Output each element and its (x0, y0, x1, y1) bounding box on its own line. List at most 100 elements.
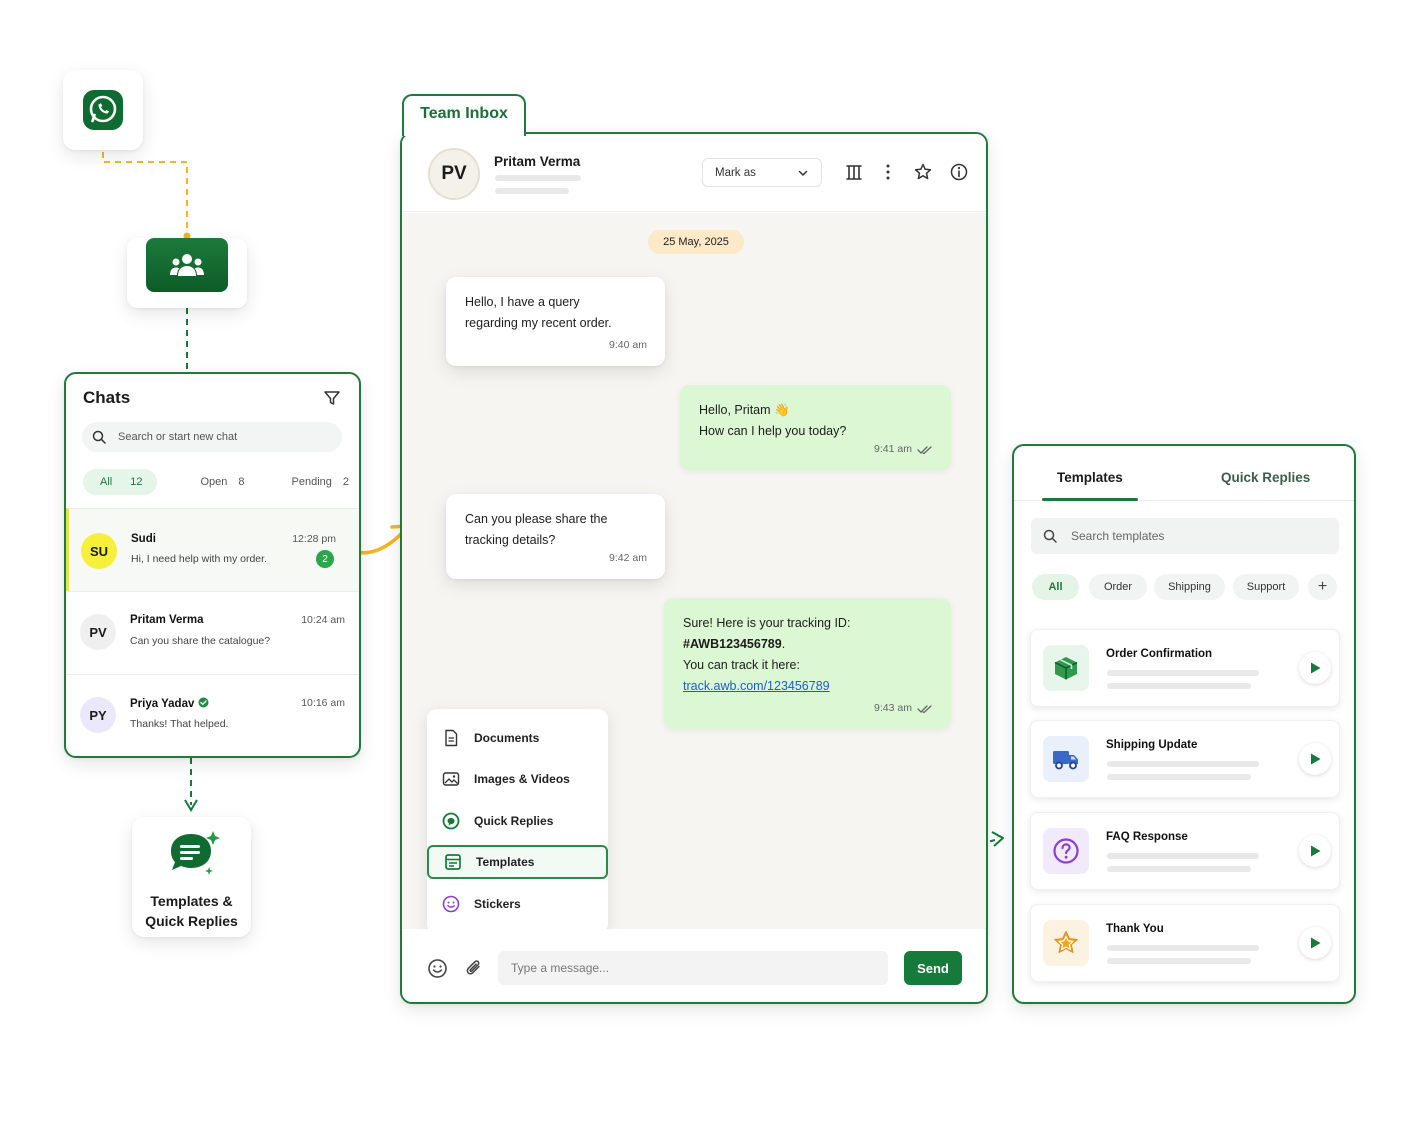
message-text: regarding my recent order. (465, 316, 612, 330)
question-icon (1053, 838, 1079, 864)
menu-item-label: Documents (474, 731, 540, 745)
chat-preview: Hi, I need help with my order. (131, 553, 267, 565)
incoming-message: Hello, I have a query regarding my recen… (446, 277, 665, 366)
templates-search-input[interactable] (1071, 529, 1311, 543)
chip-support[interactable]: Support (1233, 574, 1299, 600)
chats-search-input[interactable] (118, 431, 318, 443)
play-button[interactable] (1299, 652, 1331, 684)
unread-badge: 2 (316, 550, 334, 568)
more-vertical-icon[interactable] (878, 162, 898, 182)
paperclip-icon[interactable] (464, 958, 485, 979)
template-icon-box (1043, 828, 1089, 874)
templates-quick-replies-tile: Templates & Quick Replies (132, 817, 251, 937)
tab-all[interactable]: All 12 (83, 469, 158, 495)
message-text: Hello, Pritam 👋 (699, 403, 790, 417)
message-time: 9:41 am (874, 443, 912, 455)
team-inbox-tab[interactable]: Team Inbox (402, 94, 526, 136)
menu-item-label: Templates (476, 855, 535, 869)
chat-preview: Thanks! That helped. (130, 718, 229, 730)
date-separator: 25 May, 2025 (648, 230, 744, 254)
template-card[interactable]: FAQ Response (1030, 812, 1340, 890)
tracking-link[interactable]: track.awb.com/123456789 (683, 679, 830, 693)
chat-name: Pritam Verma (130, 614, 204, 626)
chat-list-item[interactable]: SU Sudi Hi, I need help with my order. 1… (66, 508, 359, 592)
menu-item-stickers[interactable]: Stickers (427, 887, 608, 921)
double-check-icon (917, 704, 932, 713)
menu-item-label: Stickers (474, 897, 521, 911)
message-meta: 9:43 am (874, 698, 933, 719)
avatar: PV (80, 614, 116, 650)
columns-icon[interactable] (844, 162, 864, 182)
play-icon (1311, 753, 1321, 765)
tab-templates[interactable]: Templates (1057, 470, 1123, 485)
templates-tabs: Templates Quick Replies (1014, 446, 1354, 501)
chats-search[interactable] (82, 422, 342, 452)
tab-pending[interactable]: Pending 2 (292, 476, 350, 488)
team-inbox-panel: PV Pritam Verma Mark as 25 May, 2025 Hel… (400, 132, 988, 1004)
incoming-message: Can you please share the tracking detail… (446, 494, 665, 579)
outgoing-message: Sure! Here is your tracking ID: #AWB1234… (664, 598, 951, 729)
chat-list-item[interactable]: PY Priya Yadav Thanks! That helped. 10:1… (66, 674, 359, 756)
play-button[interactable] (1299, 927, 1331, 959)
template-title: Order Confirmation (1106, 648, 1213, 660)
send-button[interactable]: Send (904, 951, 962, 985)
double-check-icon (917, 445, 932, 454)
mark-as-dropdown[interactable]: Mark as (702, 158, 822, 187)
message-composer: Send (402, 929, 986, 1002)
play-icon (1311, 937, 1321, 949)
templates-search[interactable] (1031, 518, 1339, 554)
chats-panel: Chats All 12 Open 8 Pending 2 SU Sudi Hi… (64, 372, 361, 758)
emoji-icon[interactable] (427, 958, 448, 979)
chat-preview: Can you share the catalogue? (130, 635, 271, 647)
tab-all-label: All (100, 476, 113, 488)
template-title: Shipping Update (1106, 739, 1198, 751)
message-time: 9:40 am (609, 339, 647, 351)
tab-quick-replies[interactable]: Quick Replies (1221, 470, 1310, 485)
filter-icon[interactable] (323, 389, 341, 407)
tab-open[interactable]: Open 8 (200, 476, 244, 488)
tab-open-label: Open (200, 476, 228, 488)
menu-item-documents[interactable]: Documents (427, 721, 608, 755)
add-chip-button[interactable]: + (1308, 574, 1337, 600)
star-icon[interactable] (913, 162, 933, 182)
play-button[interactable] (1299, 743, 1331, 775)
info-icon[interactable] (949, 162, 969, 182)
document-icon (445, 729, 458, 747)
template-icon-box (1043, 920, 1089, 966)
truck-icon (1053, 751, 1078, 770)
chat-filter-tabs: All 12 Open 8 Pending 2 (83, 469, 349, 495)
template-card[interactable]: Thank You (1030, 904, 1340, 982)
template-icon-box (1043, 645, 1089, 691)
image-icon (442, 772, 460, 786)
chat-time: 10:24 am (301, 614, 345, 626)
message-text: Sure! Here is your tracking ID: (683, 616, 851, 630)
template-card[interactable]: Order Confirmation (1030, 629, 1340, 707)
chip-all[interactable]: All (1032, 574, 1079, 600)
contact-name: Pritam Verma (494, 154, 581, 169)
template-icon (445, 854, 461, 870)
menu-item-quick-replies[interactable]: Quick Replies (427, 804, 608, 838)
label-line-1: Templates & (150, 893, 233, 909)
template-preview-placeholder (1107, 761, 1259, 767)
chip-order[interactable]: Order (1089, 574, 1147, 600)
tab-all-count: 12 (130, 476, 143, 488)
chip-shipping[interactable]: Shipping (1154, 574, 1225, 600)
message-input[interactable] (498, 951, 888, 985)
quick-reply-icon (442, 812, 460, 830)
templates-quick-replies-label: Templates & Quick Replies (132, 891, 251, 931)
tab-open-count: 8 (238, 476, 245, 488)
chat-templates-icon (171, 831, 220, 875)
search-icon (92, 430, 106, 444)
chevron-down-icon (798, 170, 808, 177)
contact-status-placeholder (495, 188, 569, 194)
template-card[interactable]: Shipping Update (1030, 720, 1340, 798)
template-preview-placeholder (1107, 774, 1251, 780)
template-preview-placeholder (1107, 866, 1251, 872)
play-button[interactable] (1299, 835, 1331, 867)
outgoing-message: Hello, Pritam 👋 How can I help you today… (680, 385, 951, 470)
menu-item-images-videos[interactable]: Images & Videos (427, 762, 608, 796)
chat-name-text: Priya Yadav (130, 698, 195, 710)
menu-item-templates[interactable]: Templates (427, 845, 608, 879)
chat-list-item[interactable]: PV Pritam Verma Can you share the catalo… (66, 591, 359, 675)
avatar: SU (81, 533, 117, 569)
